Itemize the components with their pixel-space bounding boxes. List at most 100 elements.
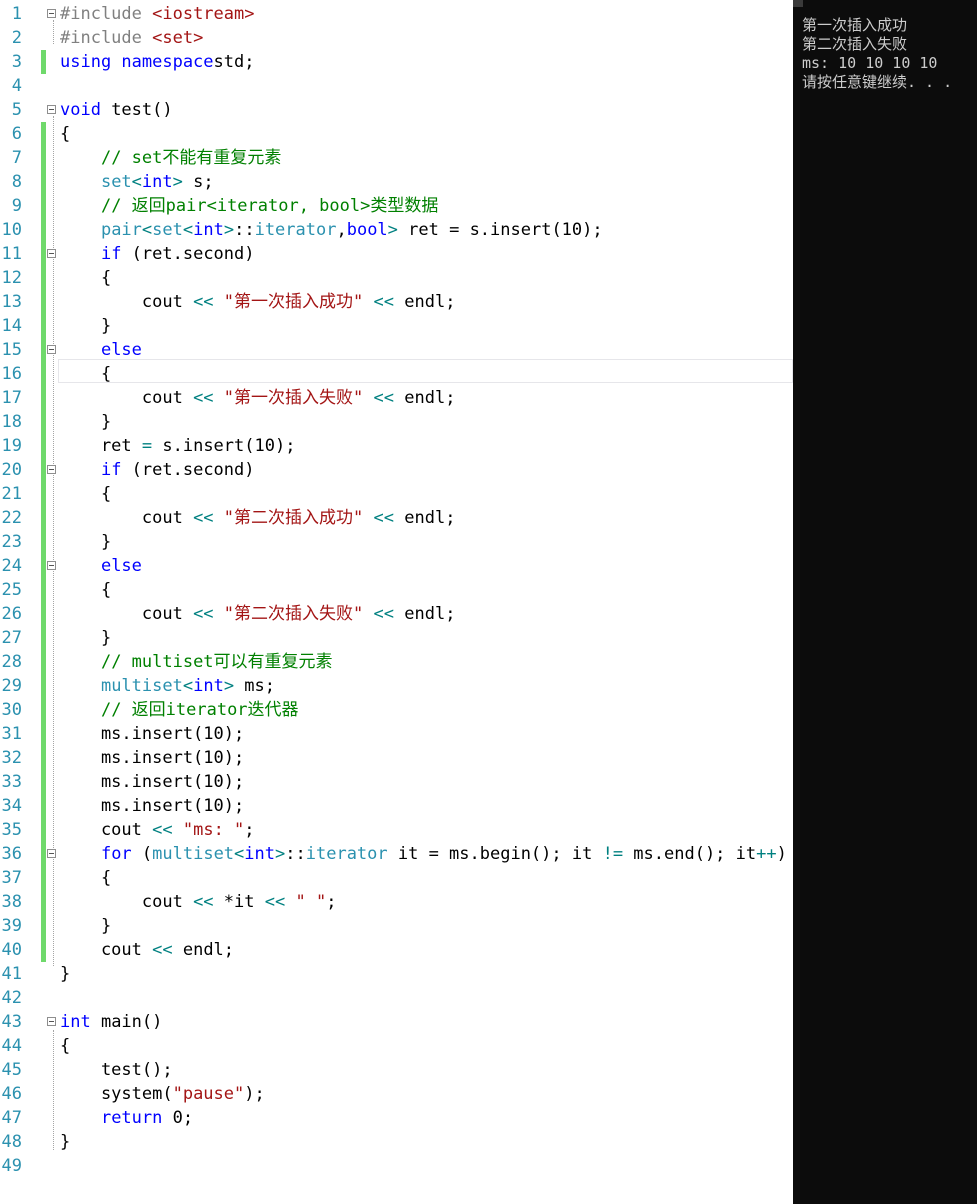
code-line[interactable]: 18 } [0, 410, 793, 434]
collapse-icon[interactable] [47, 105, 56, 114]
collapse-icon[interactable] [47, 9, 56, 18]
code-text: { [60, 578, 111, 602]
code-line[interactable]: 15 else [0, 338, 793, 362]
code-token: << [373, 604, 395, 624]
code-line[interactable]: 8 set<int> s; [0, 170, 793, 194]
code-line[interactable]: 35 cout << "ms: "; [0, 818, 793, 842]
code-token: multiset [152, 844, 235, 864]
code-line[interactable]: 9 // 返回pair<iterator, bool>类型数据 [0, 194, 793, 218]
code-line[interactable]: 17 cout << "第一次插入失败" << endl; [0, 386, 793, 410]
code-line[interactable]: 3 using namespacestd; [0, 50, 793, 74]
code-line[interactable]: 36 for (multiset<int>::iterator it = ms.… [0, 842, 793, 866]
code-line[interactable]: 29 multiset<int> ms; [0, 674, 793, 698]
code-line[interactable]: 33 ms.insert(10); [0, 770, 793, 794]
code-line[interactable]: 40 cout << endl; [0, 938, 793, 962]
line-number: 2 [11, 28, 22, 48]
code-line[interactable]: 37 { [0, 866, 793, 890]
code-token: , [336, 220, 347, 240]
collapse-icon[interactable] [47, 249, 56, 258]
console-scrollbar[interactable] [793, 0, 803, 7]
code-line[interactable]: 23 } [0, 530, 793, 554]
line-number: 31 [1, 724, 22, 744]
code-line[interactable]: 21 { [0, 482, 793, 506]
code-line[interactable]: 6{ [0, 122, 793, 146]
code-line[interactable]: 48} [0, 1130, 793, 1154]
code-line[interactable]: 42 [0, 986, 793, 1010]
line-number: 18 [1, 412, 22, 432]
collapse-icon[interactable] [47, 1017, 56, 1026]
code-line[interactable]: 16 { [0, 362, 793, 386]
code-text: cout << "第一次插入失败" << endl; [60, 386, 456, 410]
line-number: 46 [1, 1084, 22, 1104]
code-line[interactable]: 24 else [0, 554, 793, 578]
code-line[interactable]: 47 return 0; [0, 1106, 793, 1130]
code-line[interactable]: 49 [0, 1154, 793, 1178]
code-line[interactable]: 39 } [0, 914, 793, 938]
collapse-icon[interactable] [47, 345, 56, 354]
code-line[interactable]: 20 if (ret.second) [0, 458, 793, 482]
code-line[interactable]: 7 // set不能有重复元素 [0, 146, 793, 170]
code-text: return 0; [60, 1106, 193, 1130]
code-line[interactable]: 10 pair<set<int>::iterator,bool> ret = s… [0, 218, 793, 242]
code-editor[interactable]: 1 #include <iostream> 2 #include <set> 3 usin… [0, 0, 793, 1204]
code-text: for (multiset<int>::iterator it = ms.beg… [60, 842, 787, 866]
code-text: cout << *it << " "; [60, 890, 337, 914]
line-number: 21 [1, 484, 22, 504]
code-line[interactable]: 28 // multiset可以有重复元素 [0, 650, 793, 674]
code-text: { [60, 362, 111, 386]
code-line[interactable]: 32 ms.insert(10); [0, 746, 793, 770]
code-line[interactable]: 25 { [0, 578, 793, 602]
code-token: "ms: " [182, 820, 245, 840]
code-line[interactable]: 45 test(); [0, 1058, 793, 1082]
code-line[interactable]: 26 cout << "第二次插入失败" << endl; [0, 602, 793, 626]
code-line[interactable]: 5 void test() [0, 98, 793, 122]
collapse-icon[interactable] [47, 849, 56, 858]
code-token: <iostream> [152, 4, 255, 24]
code-line[interactable]: 38 cout << *it << " "; [0, 890, 793, 914]
code-token: << [193, 604, 214, 624]
code-token: "第一次插入失败" [223, 388, 364, 408]
code-token: { [60, 124, 71, 144]
code-token: #include [60, 28, 153, 48]
line-number: 39 [1, 916, 22, 936]
code-line[interactable]: 12 { [0, 266, 793, 290]
code-line[interactable]: 31 ms.insert(10); [0, 722, 793, 746]
code-line[interactable]: 14 } [0, 314, 793, 338]
code-text: ms.insert(10); [60, 770, 244, 794]
code-line[interactable]: 30 // 返回iterator迭代器 [0, 698, 793, 722]
code-line[interactable]: 13 cout << "第一次插入成功" << endl; [0, 290, 793, 314]
collapse-icon[interactable] [47, 465, 56, 474]
code-token: endl; [394, 508, 456, 528]
code-token: else [100, 340, 142, 360]
line-number: 25 [1, 580, 22, 600]
console-window[interactable]: 第一次插入成功 第二次插入失败 ms: 10 10 10 10 请按任意键继续. . … [793, 0, 977, 1204]
code-token: > [275, 844, 286, 864]
collapse-icon[interactable] [47, 561, 56, 570]
code-line[interactable]: 11 if (ret.second) [0, 242, 793, 266]
code-line[interactable]: 44 { [0, 1034, 793, 1058]
code-token: int [60, 1012, 91, 1032]
line-number: 11 [1, 244, 22, 264]
code-line[interactable]: 2 #include <set> [0, 26, 793, 50]
code-line[interactable]: 19 ret = s.insert(10); [0, 434, 793, 458]
code-line[interactable]: 1 #include <iostream> [0, 2, 793, 26]
code-line[interactable]: 46 system("pause"); [0, 1082, 793, 1106]
code-token: bool [346, 220, 388, 240]
change-marker [41, 722, 46, 746]
code-line[interactable]: 27 } [0, 626, 793, 650]
code-token: "第二次插入失败" [223, 604, 364, 624]
code-line[interactable]: 43 int main() [0, 1010, 793, 1034]
code-text: { [60, 482, 111, 506]
code-line[interactable]: 4 [0, 74, 793, 98]
code-token: > [223, 676, 235, 696]
code-line[interactable]: 22 cout << "第二次插入成功" << endl; [0, 506, 793, 530]
code-text: { [60, 1034, 70, 1058]
code-line[interactable]: 41} [0, 962, 793, 986]
code-token: ; [326, 892, 337, 912]
code-line[interactable]: 34 ms.insert(10); [0, 794, 793, 818]
